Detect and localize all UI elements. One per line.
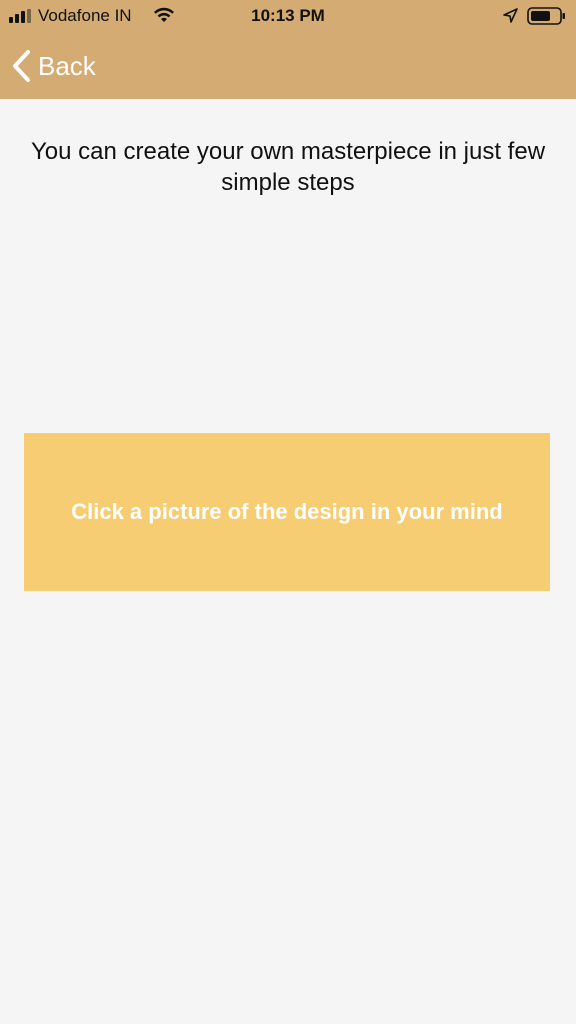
back-button[interactable]: Back [10,48,96,84]
app-screen: Vodafone IN 10:13 PM Back You can create… [0,0,576,1024]
take-picture-label: Click a picture of the design in your mi… [71,499,503,524]
take-picture-button[interactable]: Click a picture of the design in your mi… [24,433,550,591]
status-time: 10:13 PM [251,6,325,25]
battery-icon [527,7,565,25]
status-bar: Vodafone IN 10:13 PM [0,0,576,34]
page-headline: You can create your own masterpiece in j… [30,138,546,196]
location-arrow-icon [503,8,518,23]
header-bar: Vodafone IN 10:13 PM Back [0,0,576,99]
chevron-left-icon [13,50,30,82]
navigation-bar: Back [0,34,576,99]
back-label: Back [38,50,96,81]
